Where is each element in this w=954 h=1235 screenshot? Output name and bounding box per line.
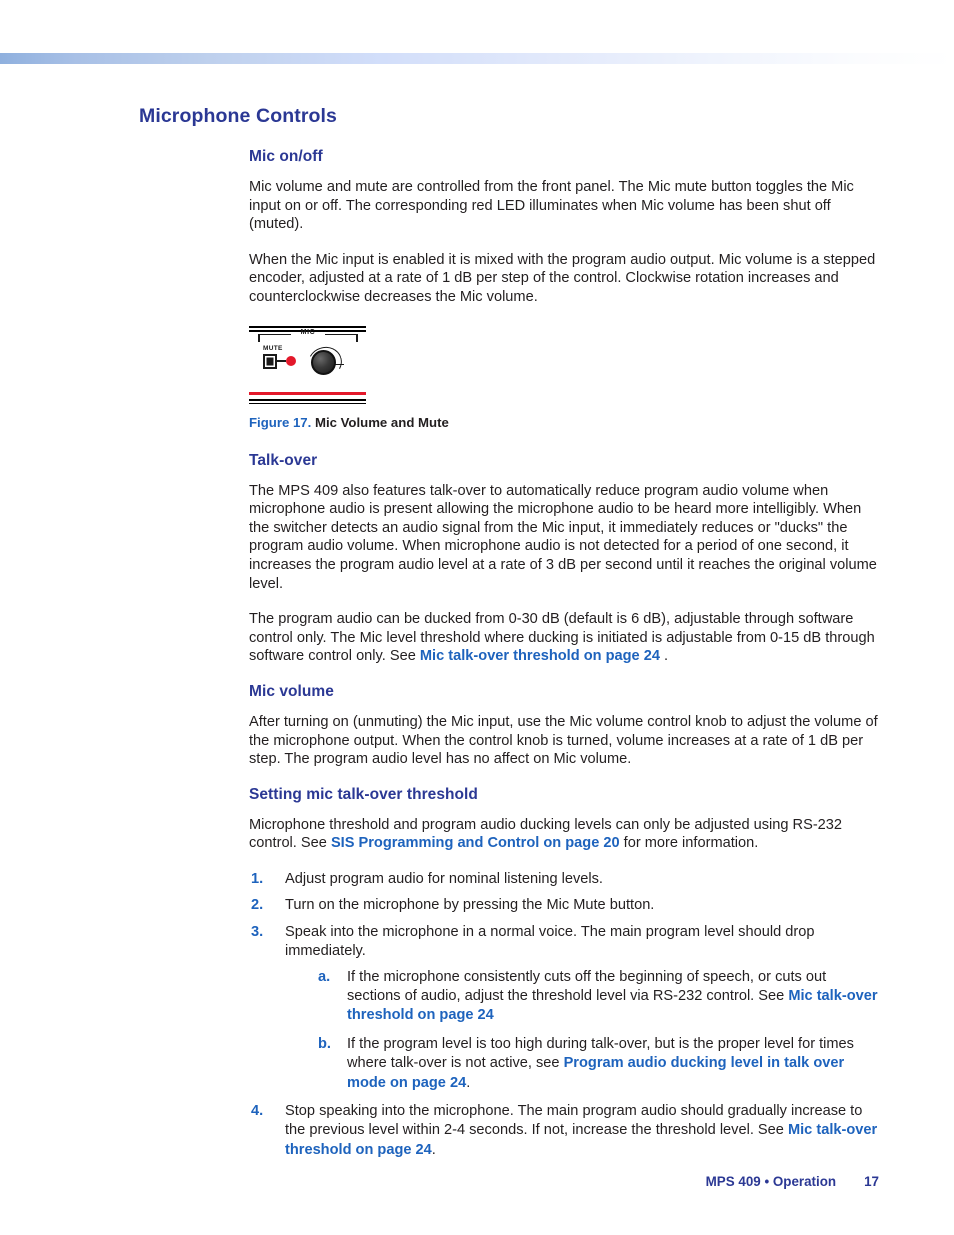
paragraph: The MPS 409 also features talk-over to a…: [249, 482, 877, 592]
mic-mute-button: [263, 353, 277, 369]
footer-content: MPS 409 • Operation 17: [706, 1174, 879, 1189]
section-heading-setting-threshold: Setting mic talk-over threshold: [249, 785, 478, 803]
figure-17: MIC MUTE Figure 17. Mic Volume and Mute: [249, 324, 879, 430]
substep-text-after: .: [466, 1074, 471, 1091]
list-item: 4. Stop speaking into the microphone. Th…: [249, 1102, 879, 1160]
procedure-steps-list: 1. Adjust program audio for nominal list…: [249, 870, 879, 1160]
step-text: Adjust program audio for nominal listeni…: [285, 870, 603, 887]
section-heading-mic-volume: Mic volume: [249, 682, 334, 700]
paragraph-ducking: The program audio can be ducked from 0-3…: [249, 610, 879, 666]
list-item: 1. Adjust program audio for nominal list…: [249, 870, 879, 889]
step-number: 1.: [251, 870, 264, 887]
figure-caption-text: Mic Volume and Mute: [314, 414, 449, 430]
header-gradient-rule: [0, 53, 954, 64]
step-text-after: .: [431, 1141, 436, 1158]
paragraph-threshold-intro: Microphone threshold and program audio d…: [249, 816, 879, 853]
mute-button-label: MUTE: [263, 344, 283, 352]
list-item: 2. Turn on the microphone by pressing th…: [249, 896, 879, 915]
step-text: Stop speaking into the microphone. The m…: [285, 1102, 863, 1139]
paragraph-text-after: .: [659, 648, 669, 665]
footer-page-number: 17: [864, 1174, 879, 1189]
section-heading-mic-on-off: Mic on/off: [249, 148, 323, 165]
section-talk-over: Talk-over The MPS 409 also features talk…: [249, 452, 879, 666]
step-number: 3.: [251, 923, 264, 940]
paragraph: When the Mic input is enabled it is mixe…: [249, 251, 876, 305]
page-title: Microphone Controls: [139, 105, 337, 127]
list-item: 3. Speak into the microphone in a normal…: [249, 923, 879, 1093]
panel-bottom-rule-2: [249, 402, 366, 404]
paragraph: After turning on (unmuting) the Mic inpu…: [249, 713, 878, 768]
page-footer: MPS 409 • Operation 17: [0, 1174, 954, 1196]
mic-mute-led-icon: [286, 355, 296, 366]
step-number: 4.: [251, 1102, 264, 1119]
footer-document-title: MPS 409 • Operation: [705, 1174, 837, 1189]
substep-number: b.: [318, 1035, 331, 1052]
substep-number: a.: [318, 968, 331, 985]
section-mic-on-off: Mic on/off Mic volume and mute are contr…: [249, 148, 879, 430]
document-page: Microphone Controls Mic on/off Mic volum…: [0, 0, 954, 1235]
step-number: 2.: [251, 897, 264, 914]
list-item: b. If the program level is too high duri…: [317, 1035, 879, 1093]
knob-arc-tail: [335, 363, 344, 366]
xref-sis-programming-and-control-p20[interactable]: SIS Programming and Control on page 20: [331, 835, 620, 851]
page-content: Microphone Controls Mic on/off Mic volum…: [139, 105, 879, 1167]
procedure-substeps-list: a. If the microphone consistently cuts o…: [317, 968, 879, 1093]
mic-volume-knob: [311, 349, 336, 375]
panel-top-rule-1: [249, 325, 366, 328]
panel-bottom-rule-1: [249, 398, 366, 401]
section-heading-talk-over: Talk-over: [249, 451, 318, 469]
section-setting-mic-talkover-threshold: Setting mic talk-over threshold Micropho…: [249, 786, 879, 1160]
figure-caption: Figure 17. Mic Volume and Mute: [249, 415, 879, 430]
step-text: Speak into the microphone in a normal vo…: [285, 923, 815, 960]
paragraph-text-after: for more information.: [619, 835, 759, 852]
panel-red-accent-rule: [249, 391, 366, 395]
paragraph: Mic volume and mute are controlled from …: [249, 179, 854, 233]
step-text: Turn on the microphone by pressing the M…: [285, 897, 655, 914]
section-mic-volume: Mic volume After turning on (unmuting) t…: [249, 683, 879, 769]
front-panel-illustration: MIC MUTE: [249, 324, 366, 404]
substep-text: If the microphone consistently cuts off …: [347, 968, 827, 1004]
xref-mic-talkover-threshold-p24[interactable]: Mic talk-over threshold on page 24: [420, 648, 660, 664]
mic-bracket: MIC: [258, 328, 358, 342]
list-item: a. If the microphone consistently cuts o…: [317, 968, 879, 1026]
figure-number: Figure 17.: [249, 414, 312, 430]
mic-bracket-label: MIC: [300, 328, 316, 336]
mute-led-trace: [277, 359, 286, 363]
